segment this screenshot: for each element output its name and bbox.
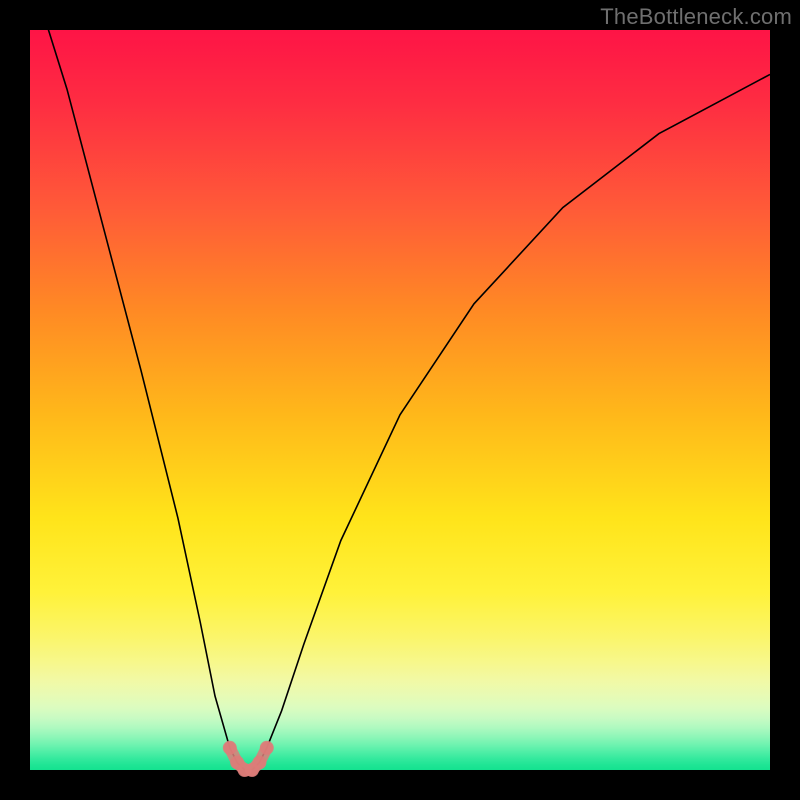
marker-dot (260, 741, 274, 755)
bottleneck-curve (30, 30, 770, 770)
curve-path (30, 0, 770, 770)
marker-dot (223, 741, 237, 755)
marker-dot (252, 756, 266, 770)
plot-area (30, 30, 770, 770)
sweet-spot-markers (223, 741, 274, 777)
chart-frame: TheBottleneck.com (0, 0, 800, 800)
watermark-text: TheBottleneck.com (600, 4, 792, 30)
